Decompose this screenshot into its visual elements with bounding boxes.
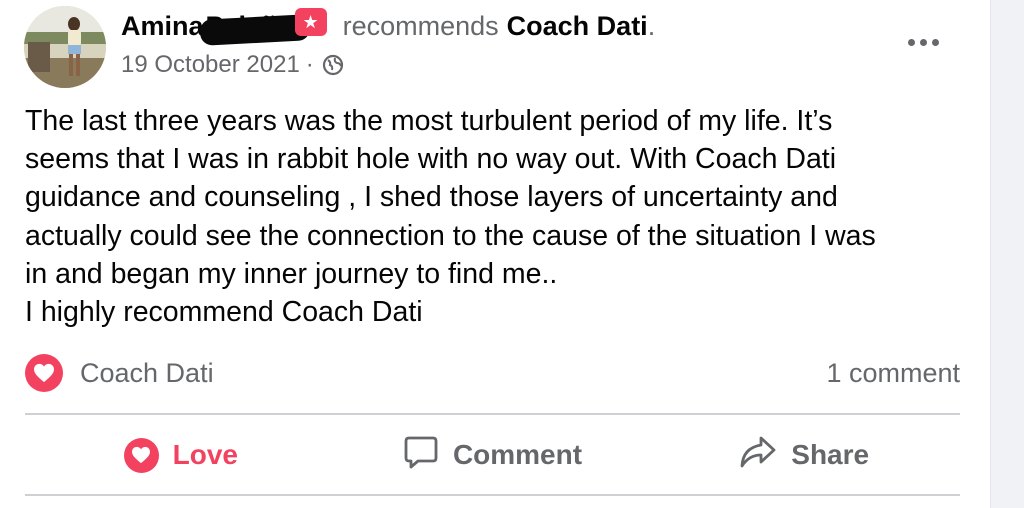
love-button-label: Love xyxy=(172,439,239,470)
divider xyxy=(25,494,960,496)
post-body-line: actually could see the connection to the… xyxy=(25,219,876,252)
more-options-button[interactable] xyxy=(898,26,948,58)
avatar[interactable] xyxy=(24,6,106,88)
header-period: . xyxy=(647,10,656,41)
post-header: Amina Paixão ★ recommends Coach Dati . xyxy=(121,6,655,46)
post-body-line: in and began my inner journey to find me… xyxy=(25,257,558,290)
globe-icon xyxy=(322,54,344,76)
more-dot xyxy=(919,38,927,46)
share-button-label: Share xyxy=(791,439,870,470)
post-date[interactable]: 19 October 2021 xyxy=(121,51,300,79)
reactor-name[interactable]: Coach Dati xyxy=(80,358,214,389)
post-body-line: The last three years was the most turbul… xyxy=(25,105,833,137)
author-surname[interactable]: Paixão xyxy=(198,11,311,46)
more-dot xyxy=(907,38,915,46)
love-button[interactable]: Love xyxy=(25,423,337,487)
more-dot xyxy=(931,38,939,46)
recommends-label: recommends xyxy=(342,10,499,41)
comment-count-link[interactable]: 1 comment xyxy=(826,358,960,389)
post-actions: Love Comment Share xyxy=(25,418,960,492)
post-body-line: seems that I was in rabbit hole with no … xyxy=(25,143,837,176)
comment-button[interactable]: Comment xyxy=(337,423,649,487)
post-body-line: guidance and counseling , I shed those l… xyxy=(25,181,838,214)
recommendation-post: Amina Paixão ★ recommends Coach Dati . 1… xyxy=(0,0,990,508)
recommendation-badge-icon: ★ xyxy=(294,8,327,36)
post-meta: 19 October 2021 · xyxy=(121,48,344,82)
share-button[interactable]: Share xyxy=(648,423,960,487)
post-body-line: I highly recommend Coach Dati xyxy=(25,296,423,329)
meta-separator: · xyxy=(305,51,314,78)
comment-bubble-icon xyxy=(403,434,439,477)
heart-icon xyxy=(123,437,159,473)
post-body: The last three years was the most turbul… xyxy=(25,102,975,331)
comment-button-label: Comment xyxy=(452,439,583,470)
heart-icon xyxy=(25,354,63,392)
author-name[interactable]: Amina xyxy=(121,11,204,42)
divider xyxy=(25,413,960,415)
recommended-page-link[interactable]: Coach Dati xyxy=(507,11,648,42)
reactions-summary: Coach Dati 1 comment xyxy=(25,352,960,394)
avatar-photo xyxy=(24,6,106,88)
reactions-list[interactable]: Coach Dati xyxy=(25,354,214,392)
redaction-mark xyxy=(198,13,311,46)
share-arrow-icon xyxy=(739,434,777,477)
page-gutter xyxy=(990,0,1024,508)
